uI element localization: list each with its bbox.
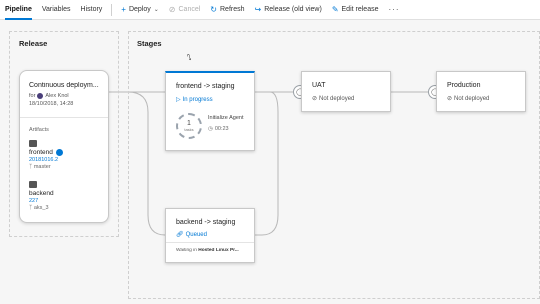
clock-icon: ◷: [208, 126, 213, 132]
artifact-backend: backend 227 ᛉ aks_3: [29, 181, 104, 211]
stages-section-title: Stages: [137, 39, 162, 48]
artifact-name-row: frontend: [29, 149, 104, 156]
play-icon: ▷: [176, 97, 181, 103]
artifact-branch: ᛉ master: [29, 164, 104, 170]
edit-release-button[interactable]: ✎ Edit release: [327, 0, 384, 20]
artifact-badge: [55, 149, 63, 156]
stage-name: frontend -> staging: [176, 83, 235, 90]
stage-name: Production: [447, 82, 481, 89]
branch-icon: ᛉ: [29, 205, 33, 211]
stage-status-text: Not deployed: [454, 95, 490, 102]
artifact-name: backend: [29, 190, 54, 197]
stage-status: ▷ In progress: [176, 96, 213, 104]
toolbar-divider: [111, 3, 113, 16]
artifact-icon: [29, 140, 37, 147]
task-count-label: tasks: [184, 127, 194, 132]
stage-frontend-staging[interactable]: frontend -> staging ▷ In progress 1 task…: [165, 71, 255, 151]
stage-status-text: In progress: [182, 96, 213, 103]
agent-pool: Hosted Linux Pr...: [198, 248, 239, 253]
queue-prefix: Waiting in: [176, 248, 197, 253]
plus-icon: +: [121, 4, 126, 14]
refresh-label: Refresh: [220, 6, 245, 13]
edit-release-label: Edit release: [341, 6, 379, 13]
tab-variables[interactable]: Variables: [37, 0, 76, 20]
card-divider: [20, 117, 108, 118]
artifacts-label: Artifacts: [29, 127, 49, 133]
task-progress-ring: 1 tasks: [176, 113, 202, 139]
stage-name: UAT: [312, 82, 326, 89]
release-toolbar: Pipeline Variables History + Deploy ⌄ ⊘ …: [0, 0, 540, 20]
release-icon: ↪: [254, 4, 262, 14]
link-icon: 🔗︎: [176, 232, 184, 238]
release-section-title: Release: [19, 39, 48, 48]
cancel-label: Cancel: [178, 6, 201, 13]
stage-uat[interactable]: UAT ⊘ Not deployed: [301, 71, 391, 112]
stage-status: 🔗︎ Queued: [176, 231, 207, 239]
cancel-button[interactable]: ⊘ Cancel: [164, 0, 206, 20]
stage-status: ⊘ Not deployed: [447, 95, 490, 103]
stage-status: ⊘ Not deployed: [312, 95, 355, 103]
not-deployed-icon: ⊘: [312, 96, 318, 102]
refresh-button[interactable]: ↻ Refresh: [205, 0, 249, 20]
pencil-icon: ✎: [331, 4, 339, 14]
artifact-icon: [29, 181, 37, 188]
release-old-view-button[interactable]: ↪ Release (old view): [250, 0, 327, 20]
current-task: Initialize Agent: [208, 115, 244, 121]
queue-info: Waiting in Hosted Linux Pr...: [176, 248, 254, 253]
refresh-icon: ↻: [210, 4, 217, 14]
task-count: 1: [187, 120, 191, 127]
artifact-version[interactable]: 227: [29, 198, 104, 204]
stage-production[interactable]: Production ⊘ Not deployed: [436, 71, 526, 112]
tab-pipeline[interactable]: Pipeline: [0, 0, 37, 20]
author-name: Alex Knol: [45, 93, 69, 99]
cancel-icon: ⊘: [168, 4, 176, 14]
release-pipeline-view: Pipeline Variables History + Deploy ⌄ ⊘ …: [0, 0, 540, 304]
deploy-button[interactable]: + Deploy ⌄: [116, 0, 164, 20]
stage-status-text: Not deployed: [319, 95, 355, 102]
mouse-cursor: ⭛: [187, 53, 192, 62]
deploy-label: Deploy: [128, 6, 151, 13]
branch-name: aks_3: [33, 205, 49, 211]
branch-icon: ᛉ: [29, 164, 33, 170]
artifact-name: frontend: [29, 149, 53, 156]
release-card[interactable]: Continuous deploym... for Alex Knol 18/1…: [19, 70, 109, 223]
artifact-name-row: backend: [29, 190, 104, 197]
artifact-branch: ᛉ aks_3: [29, 205, 104, 211]
task-duration-text: 00:23: [214, 126, 229, 132]
release-name: Continuous deploym...: [29, 82, 99, 89]
for-prefix: for: [29, 93, 36, 99]
chevron-down-icon: ⌄: [153, 7, 159, 13]
release-old-view-label: Release (old view): [264, 6, 322, 13]
avatar: [37, 93, 44, 99]
stage-name: backend -> staging: [176, 219, 236, 226]
artifact-version[interactable]: 20181016.2: [29, 157, 104, 163]
not-deployed-icon: ⊘: [447, 96, 453, 102]
stage-backend-staging[interactable]: backend -> staging 🔗︎ Queued Waiting in …: [165, 208, 255, 263]
card-divider: [166, 242, 254, 243]
more-icon[interactable]: ···: [383, 5, 404, 14]
release-author: for Alex Knol: [29, 93, 69, 99]
artifact-frontend: frontend 20181016.2 ᛉ master: [29, 140, 104, 170]
task-duration: ◷ 00:23: [208, 126, 229, 132]
release-date: 18/10/2018, 14:28: [29, 101, 74, 107]
tab-history[interactable]: History: [76, 0, 108, 20]
stage-status-text: Queued: [185, 231, 207, 238]
branch-name: master: [33, 164, 51, 170]
